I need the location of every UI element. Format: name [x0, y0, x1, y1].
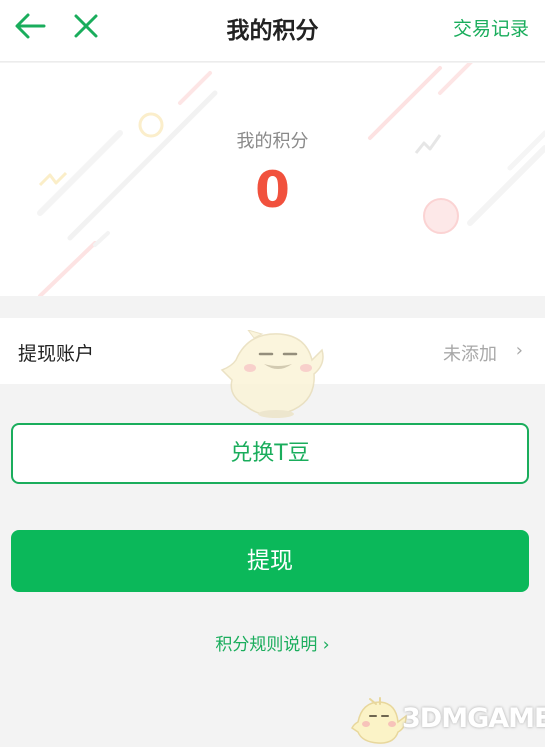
exchange-tbeans-button[interactable]: 兑换T豆 — [11, 423, 529, 484]
withdraw-account-status: 未添加 — [443, 344, 497, 365]
withdraw-account-label: 提现账户 — [18, 343, 95, 365]
nav-bar: 我的积分 交易记录 — [0, 0, 545, 62]
transaction-history-link[interactable]: 交易记录 — [453, 14, 529, 41]
points-value: 0 — [255, 161, 290, 219]
points-label: 我的积分 — [236, 131, 309, 152]
withdraw-button[interactable]: 提现 — [11, 530, 529, 592]
points-rules-link[interactable]: 积分规则说明 › — [0, 630, 545, 655]
mascot-watermark-icon — [220, 330, 324, 418]
points-card: 我的积分 0 — [0, 63, 545, 296]
watermark-text: 3DMGAME — [402, 703, 545, 734]
chevron-right-icon: › — [515, 340, 523, 361]
